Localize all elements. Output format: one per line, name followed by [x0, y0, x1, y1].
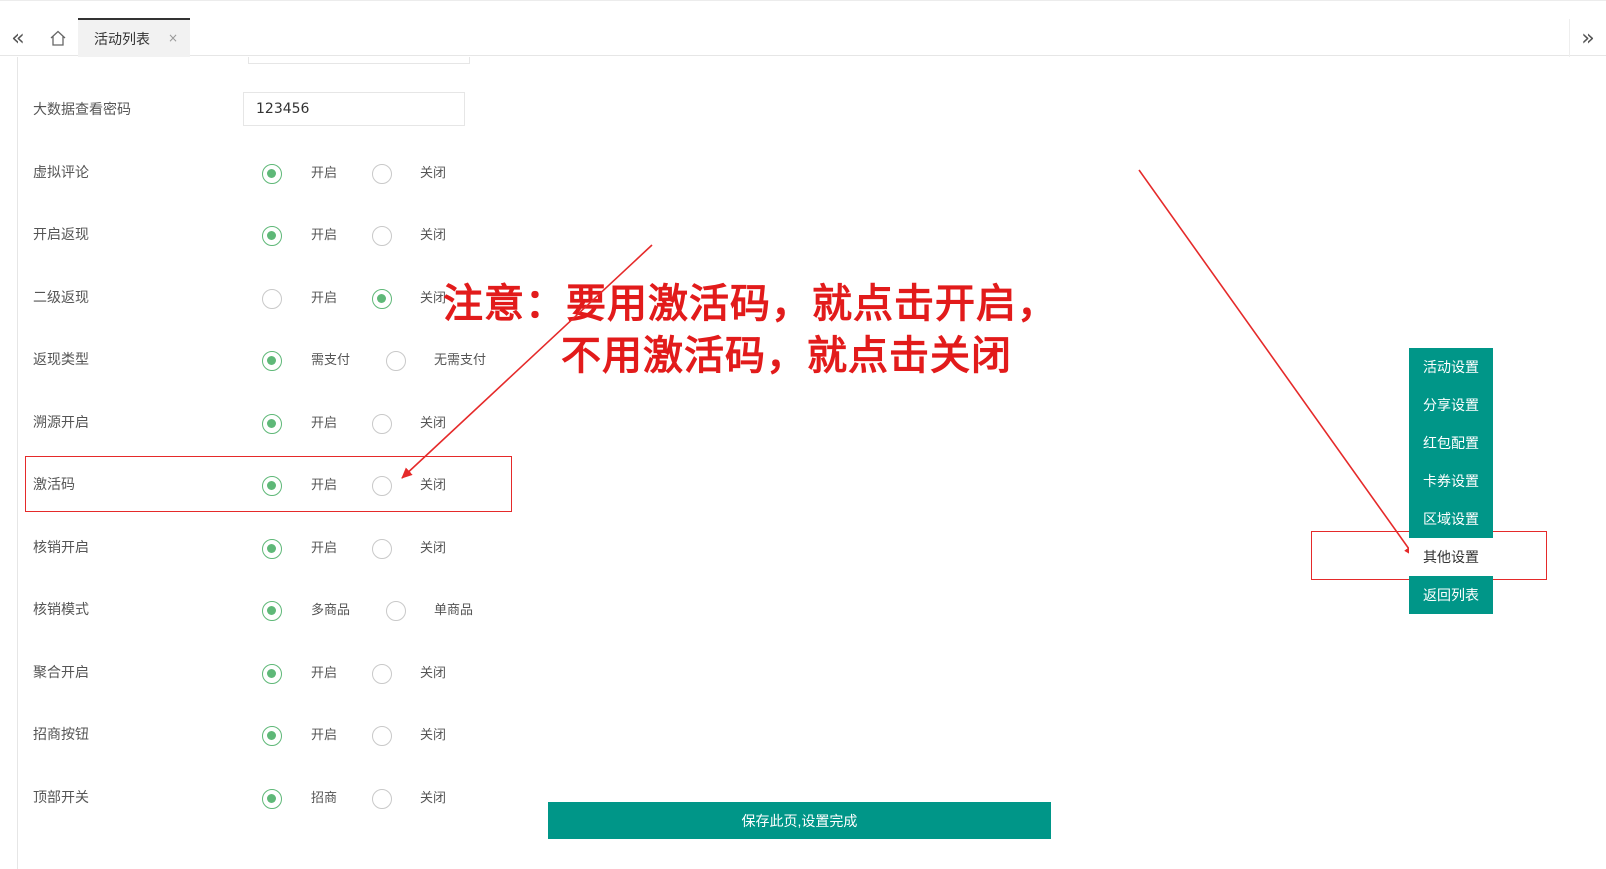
side-menu-item[interactable]: 卡券设置	[1409, 462, 1493, 500]
form-row: 虚拟评论 开启 关闭	[18, 156, 538, 186]
side-menu-item[interactable]: 分享设置	[1409, 386, 1493, 424]
field-label: 核销开启	[33, 539, 89, 556]
tab-activity-list-label: 活动列表	[94, 31, 150, 48]
radio-option-label: 多商品	[311, 603, 351, 618]
radio-option-label: 关闭	[420, 790, 447, 806]
field-label: 二级返现	[33, 289, 89, 306]
save-button[interactable]: 保存此页,设置完成	[548, 802, 1051, 839]
radio-option-a[interactable]	[262, 663, 282, 684]
field-label: 聚合开启	[33, 664, 89, 681]
radio-option-label: 关闭	[420, 665, 447, 681]
radio-option-label: 开启	[311, 290, 338, 306]
radio-option-b[interactable]	[372, 663, 392, 684]
radio-option-label: 开启	[311, 415, 338, 431]
radio-option-a[interactable]	[262, 788, 282, 809]
radio-option-a[interactable]	[262, 413, 282, 434]
home-icon	[50, 30, 66, 46]
field-label: 招商按钮	[33, 727, 89, 743]
field-label: 顶部开关	[33, 789, 89, 806]
radio-option-label: 开启	[311, 540, 338, 556]
field-label: 溯源开启	[33, 414, 89, 431]
radio-option-label: 开启	[311, 728, 338, 743]
form-row: 核销开启 开启 关闭	[18, 531, 538, 561]
field-label: 开启返现	[33, 227, 89, 243]
form-row: 核销模式 多商品 单商品	[18, 593, 538, 623]
radio-option-b[interactable]	[372, 288, 392, 309]
radio-option-b[interactable]	[372, 538, 392, 559]
radio-option-a[interactable]	[262, 601, 282, 621]
form-row: 顶部开关 招商 关闭	[18, 781, 538, 811]
radio-option-label: 关闭	[420, 728, 447, 743]
field-label: 返现类型	[33, 352, 89, 368]
side-menu-item[interactable]: 红包配置	[1409, 424, 1493, 462]
radio-option-b[interactable]	[386, 601, 406, 621]
radio-option-b[interactable]	[386, 351, 406, 371]
annotation-line-2: 不用激活码，就点击关闭	[561, 333, 1012, 379]
radio-option-b[interactable]	[372, 163, 392, 184]
radio-option-label: 开启	[311, 228, 338, 243]
form-row: 大数据查看密码	[18, 92, 538, 126]
field-label: 核销模式	[33, 602, 89, 618]
field-label: 虚拟评论	[33, 164, 89, 181]
radio-option-label: 招商	[311, 790, 338, 806]
close-icon[interactable]: ×	[168, 31, 178, 45]
radio-option-label: 开启	[311, 165, 338, 181]
radio-option-label: 关闭	[420, 165, 447, 181]
field-label: 大数据查看密码	[33, 102, 131, 118]
radio-option-a[interactable]	[262, 226, 282, 246]
annotation-line-1: 注意：要用激活码，就点击开启，	[443, 281, 1058, 327]
radio-option-label: 单商品	[434, 603, 474, 618]
tab-bar: « 活动列表 × »	[0, 0, 1606, 57]
scroll-left-icon[interactable]: «	[0, 19, 36, 57]
radio-option-label: 关闭	[420, 415, 447, 431]
side-menu-item[interactable]: 返回列表	[1409, 576, 1493, 614]
form-row: 开启返现 开启 关闭	[18, 218, 538, 248]
side-menu-item[interactable]: 区域设置	[1409, 500, 1493, 538]
radio-option-b[interactable]	[372, 788, 392, 809]
home-tab[interactable]	[38, 19, 78, 57]
radio-option-label: 关闭	[420, 228, 447, 243]
previous-input-edge	[248, 57, 470, 64]
side-menu-item[interactable]: 其他设置	[1409, 538, 1493, 576]
radio-option-label: 开启	[311, 665, 338, 681]
radio-option-b[interactable]	[372, 413, 392, 434]
radio-option-a[interactable]	[262, 538, 282, 559]
side-menu-item[interactable]: 活动设置	[1409, 348, 1493, 386]
scroll-right-icon[interactable]: »	[1569, 19, 1606, 57]
radio-option-b[interactable]	[372, 726, 392, 746]
form-row: 招商按钮 开启 关闭	[18, 718, 538, 748]
form-row: 聚合开启 开启 关闭	[18, 656, 538, 686]
radio-option-a[interactable]	[262, 288, 282, 309]
activation-code-highlight	[25, 456, 512, 512]
radio-option-a[interactable]	[262, 351, 282, 371]
tab-activity-list[interactable]: 活动列表 ×	[78, 18, 190, 57]
radio-option-a[interactable]	[262, 163, 282, 184]
radio-option-b[interactable]	[372, 226, 392, 246]
password-input[interactable]	[243, 92, 465, 126]
annotation-note: 注意：要用激活码，就点击开启， 不用激活码，就点击关闭	[443, 278, 1063, 382]
radio-option-label: 需支付	[311, 353, 351, 368]
side-menu: 活动设置 分享设置 红包配置 卡券设置 区域设置 其他设置 返回列表	[1409, 348, 1493, 614]
radio-option-a[interactable]	[262, 726, 282, 746]
radio-option-label: 关闭	[420, 540, 447, 556]
form-row: 溯源开启 开启 关闭	[18, 406, 538, 436]
